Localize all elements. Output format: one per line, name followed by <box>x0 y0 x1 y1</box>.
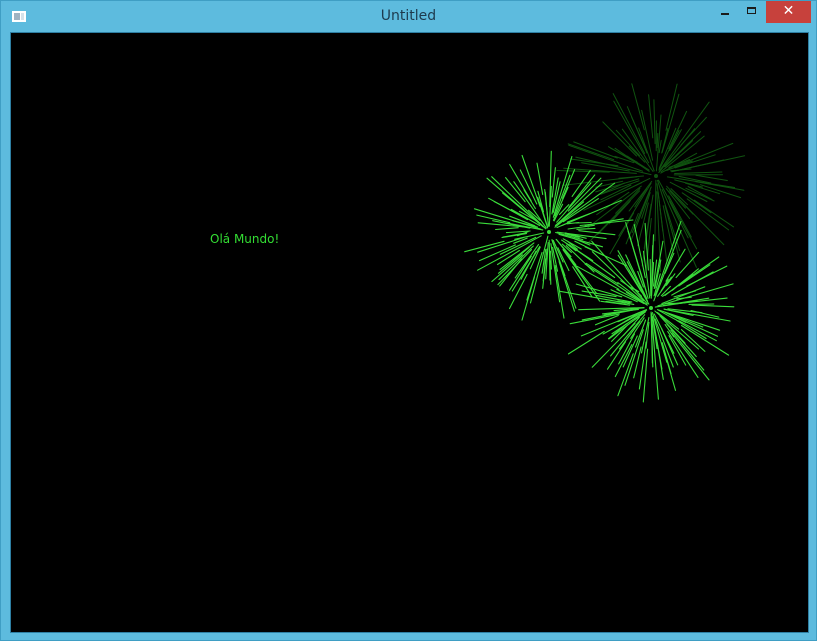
firework-lower <box>559 220 735 403</box>
firework-spark <box>498 245 534 281</box>
firework-spark <box>575 221 592 224</box>
firework-spark <box>548 239 551 281</box>
firework-spark <box>573 182 616 213</box>
maximize-button[interactable] <box>739 1 765 23</box>
firework-spark <box>586 190 641 245</box>
firework-spark <box>584 246 628 267</box>
firework-spark <box>700 184 742 199</box>
firework-spark <box>633 346 642 379</box>
firework-spark <box>595 180 624 188</box>
firework-spark <box>576 227 596 230</box>
firework-spark <box>693 199 735 228</box>
window-title: Untitled <box>380 8 437 24</box>
firework-spark <box>491 176 547 230</box>
firework-spark <box>648 94 654 139</box>
firework-spark <box>654 318 674 368</box>
firework-spark <box>667 330 699 378</box>
firework-spark <box>573 141 618 159</box>
firework-core <box>649 306 653 310</box>
firework-spark <box>536 162 544 196</box>
firework-spark <box>567 143 615 161</box>
maximize-icon <box>747 7 756 14</box>
firework-spark <box>650 244 654 299</box>
firework-spark <box>562 176 638 186</box>
firework-spark <box>674 179 703 188</box>
firework-spark <box>529 246 541 270</box>
firework-core <box>547 230 551 234</box>
firework-spark <box>668 110 688 150</box>
firework-spark <box>613 100 650 164</box>
firework-spark <box>678 320 717 342</box>
firework-spark <box>477 236 525 253</box>
firework-core <box>654 174 658 178</box>
firework-spark <box>654 179 657 242</box>
greeting-text: Olá Mundo! <box>210 232 280 246</box>
firework-spark <box>656 191 662 273</box>
minimize-button[interactable] <box>712 1 738 23</box>
firework-spark <box>695 174 728 181</box>
firework-spark <box>567 330 605 355</box>
firework-spark <box>551 167 556 198</box>
firework-spark <box>674 142 734 168</box>
firework-spark <box>671 332 710 381</box>
firework-spark <box>653 229 682 302</box>
firework-spark <box>618 320 641 350</box>
firework-spark <box>495 227 519 231</box>
firework-spark <box>621 128 654 172</box>
firework-spark <box>569 313 620 325</box>
firework-spark <box>653 99 656 145</box>
firework-spark <box>658 139 662 154</box>
firework-spark <box>649 259 652 297</box>
close-icon: ✕ <box>782 3 795 19</box>
fireworks-layer <box>464 83 746 403</box>
firework-spark <box>656 133 659 148</box>
firework-spark <box>568 174 596 208</box>
firework-spark <box>680 116 707 146</box>
firework-spark <box>670 188 688 206</box>
firework-spark <box>691 304 735 308</box>
close-button[interactable]: ✕ <box>766 1 811 23</box>
canvas-area[interactable]: Olá Mundo! <box>10 32 809 633</box>
minimize-icon <box>721 13 729 15</box>
firework-spark <box>674 171 723 174</box>
title-bar[interactable]: Untitled ✕ <box>1 1 816 32</box>
firework-spark <box>476 214 511 224</box>
firework-spark <box>661 93 680 153</box>
app-window: Untitled ✕ Olá Mundo! <box>0 0 817 641</box>
